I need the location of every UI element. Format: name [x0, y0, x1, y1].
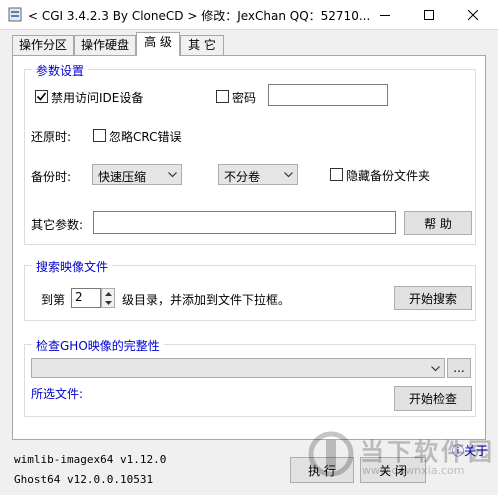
close-window-button[interactable] — [451, 0, 495, 30]
triangle-down-icon — [104, 300, 112, 305]
maximize-button[interactable] — [407, 0, 451, 30]
about-icon: ⓘ — [452, 444, 465, 458]
title-bar[interactable]: < CGI 3.4.2.3 By CloneCD > 修改：JexChan QQ… — [0, 0, 498, 30]
triangle-up-icon — [104, 291, 112, 296]
selected-file-label: 所选文件: — [31, 387, 84, 401]
params-group-title: 参数设置 — [32, 62, 89, 79]
execute-button[interactable]: 执 行 — [290, 457, 354, 483]
ignore-crc-checkbox[interactable] — [93, 129, 106, 142]
backup-label: 备份时: — [31, 170, 72, 184]
browse-button[interactable]: ... — [447, 358, 471, 378]
chevron-down-icon — [284, 172, 293, 178]
compression-select[interactable]: 快速压缩 — [92, 164, 182, 185]
checkmark-icon — [36, 92, 47, 101]
other-params-input[interactable] — [93, 211, 396, 234]
tab-advanced[interactable]: 高 级 — [136, 32, 180, 56]
close-button[interactable]: 关 闭 — [360, 457, 426, 483]
maximize-icon — [424, 10, 434, 20]
verify-file-select[interactable] — [31, 358, 445, 378]
stepper-up-button[interactable] — [102, 289, 114, 298]
search-group-title: 搜索映像文件 — [32, 258, 113, 275]
verify-group-title: 检查GHO映像的完整性 — [32, 337, 164, 354]
disable-ide-checkbox[interactable] — [35, 90, 48, 103]
search-prefix-label: 到第 — [41, 293, 66, 307]
help-button[interactable]: 帮 助 — [404, 211, 472, 235]
start-verify-button[interactable]: 开始检查 — [394, 386, 472, 411]
stepper-down-button[interactable] — [102, 298, 114, 307]
app-icon — [8, 7, 22, 22]
other-params-label: 其它参数: — [31, 218, 84, 232]
disable-ide-label: 禁用访问IDE设备 — [51, 91, 144, 105]
close-icon — [468, 10, 478, 20]
ignore-crc-label: 忽略CRC错误 — [109, 130, 182, 144]
restore-label: 还原时: — [31, 130, 72, 144]
hide-backup-label: 隐藏备份文件夹 — [346, 169, 431, 183]
search-level-stepper[interactable] — [101, 288, 115, 308]
minimize-icon — [380, 15, 390, 16]
hide-backup-checkbox[interactable] — [330, 168, 343, 181]
version-line-1: wimlib-imagex64 v1.12.0 — [14, 453, 167, 466]
minimize-button[interactable] — [363, 0, 407, 30]
tab-disk[interactable]: 操作硬盘 — [74, 35, 136, 55]
window-title: < CGI 3.4.2.3 By CloneCD > 修改：JexChan QQ… — [28, 9, 371, 23]
chevron-down-icon — [431, 366, 440, 372]
split-select[interactable]: 不分卷 — [218, 164, 298, 185]
password-checkbox[interactable] — [216, 90, 229, 103]
start-search-button[interactable]: 开始搜索 — [394, 286, 472, 310]
version-line-2: Ghost64 v12.0.0.10531 — [14, 473, 154, 486]
search-level-input[interactable]: 2 — [71, 288, 101, 308]
password-input[interactable] — [268, 84, 388, 106]
tab-partition[interactable]: 操作分区 — [12, 35, 74, 55]
about-link-label: 关于 — [464, 444, 489, 458]
password-label: 密码 — [232, 91, 257, 105]
search-suffix-label: 级目录，并添加到文件下拉框。 — [122, 293, 291, 307]
tab-other[interactable]: 其 它 — [180, 35, 224, 55]
compression-value: 快速压缩 — [98, 170, 147, 184]
split-value: 不分卷 — [224, 170, 261, 184]
about-link[interactable]: ⓘ关于 — [452, 442, 488, 459]
chevron-down-icon — [168, 172, 177, 178]
